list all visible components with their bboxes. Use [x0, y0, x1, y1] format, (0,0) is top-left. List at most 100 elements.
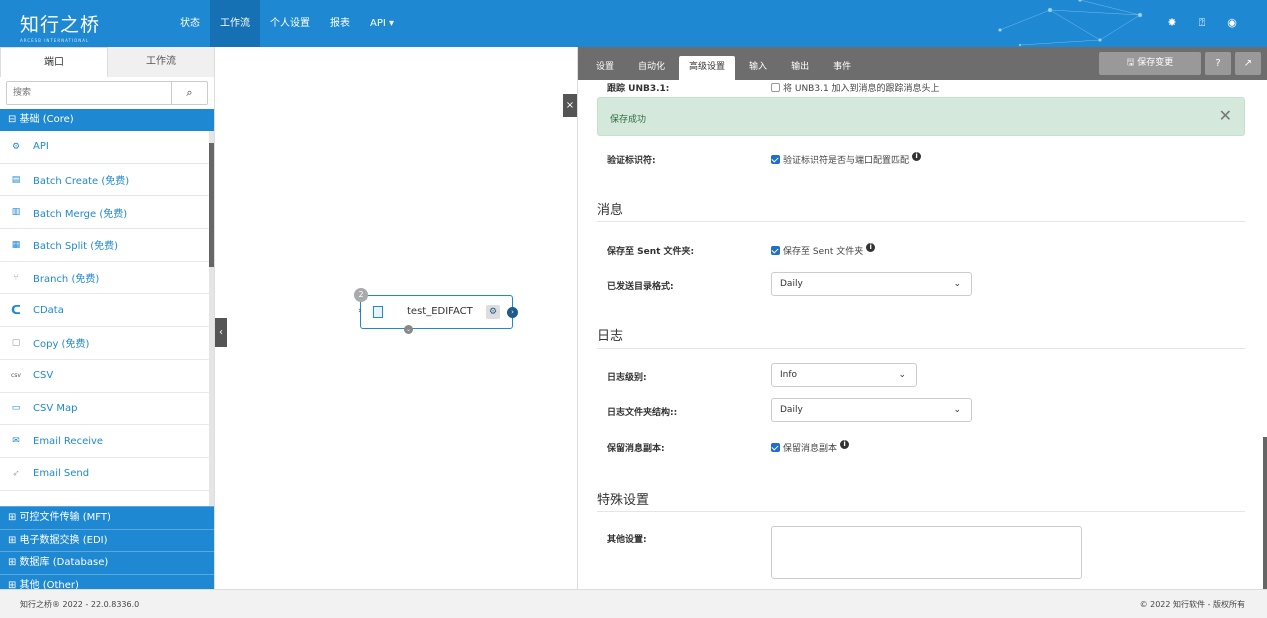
list-item[interactable]: ➶ Email Send [0, 458, 209, 491]
search-box: ⌕ [6, 81, 208, 105]
tab-input[interactable]: 输入 [739, 56, 777, 80]
list-item[interactable]: ▥ Batch Merge (免费) [0, 196, 209, 230]
email-receive-icon: ✉ [12, 436, 20, 447]
item-label: Batch Split (免费) [33, 241, 119, 253]
other-settings-label: 其他设置: [607, 535, 647, 545]
sent-format-select[interactable]: Daily ⌄ [771, 272, 972, 296]
nav-reports[interactable]: 报表 [320, 0, 360, 47]
list-item[interactable]: ▭ CSV Map [0, 393, 209, 426]
success-alert: 保存成功 ✕ [597, 97, 1245, 136]
nav-api[interactable]: API ▾ [360, 0, 404, 47]
list-item[interactable]: csv CSV [0, 360, 209, 393]
tab-ports[interactable]: 端口 [0, 47, 108, 77]
scrollbar-thumb[interactable] [1263, 437, 1267, 589]
checkbox-checked[interactable] [771, 443, 780, 452]
checkbox-unchecked[interactable] [771, 83, 780, 92]
info-icon[interactable]: i [866, 243, 876, 252]
success-message: 保存成功 [610, 115, 647, 125]
user-icon[interactable]: ◉ [1225, 16, 1239, 30]
input-port-icon[interactable]: › [358, 306, 362, 316]
divider [597, 221, 1245, 222]
list-item[interactable]: ᑕ CData [0, 294, 209, 328]
close-panel-button[interactable]: × [563, 94, 577, 117]
scrollbar-thumb[interactable] [209, 143, 214, 267]
top-navbar: 知行之桥 ARCESB INTERNATIONAL 状态 工作流 个人设置 报表… [0, 0, 1267, 47]
log-folder-select[interactable]: Daily ⌄ [771, 398, 972, 422]
save-sent-checkbox[interactable]: 保存至 Sent 文件夹 i [771, 243, 876, 257]
copy-icon: ▢ [11, 337, 21, 348]
sent-format-value: Daily [780, 279, 803, 289]
node-settings-icon[interactable]: ⚙ [486, 305, 500, 319]
list-item[interactable]: ⑂ Branch (免费) [0, 262, 209, 295]
track-unb-checkbox[interactable]: 将 UNB3.1 加入到消息的跟踪消息头上 [771, 81, 940, 94]
item-label: API [33, 141, 49, 153]
list-item[interactable]: ▦ Batch Split (免费) [0, 229, 209, 262]
list-item[interactable]: ✉ Email Receive [0, 425, 209, 458]
chevron-down-icon: ⌄ [898, 370, 906, 380]
validate-checkbox[interactable]: 验证标识符是否与端口配置匹配 i [771, 152, 922, 166]
section-special: 特殊设置 [597, 493, 650, 508]
sent-format-label: 已发送目录格式: [607, 282, 674, 292]
nav-profile[interactable]: 个人设置 [260, 0, 320, 47]
other-settings-textarea[interactable] [771, 526, 1082, 579]
section-message: 消息 [597, 203, 624, 218]
checkbox-checked[interactable] [771, 246, 780, 255]
save-sent-text: 保存至 Sent 文件夹 [783, 247, 864, 257]
chevron-down-icon: ⌄ [953, 279, 961, 289]
csv-icon: csv [11, 372, 21, 380]
left-tabs: 端口 工作流 [0, 47, 214, 77]
edifact-file-icon [373, 306, 383, 318]
external-link-icon[interactable]: ↗ [1235, 52, 1261, 75]
log-level-select[interactable]: Info ⌄ [771, 363, 917, 387]
item-label: CSV [33, 370, 54, 382]
category-core[interactable]: ⊟ 基础 (Core) [0, 109, 214, 131]
item-label: Branch (免费) [33, 274, 100, 286]
save-changes-button[interactable]: 🖫 保存变更 [1099, 52, 1201, 75]
node-name: test_EDIFACT [407, 306, 473, 317]
nav-status[interactable]: 状态 [170, 0, 210, 47]
track-unb-text: 将 UNB3.1 加入到消息的跟踪消息头上 [783, 84, 940, 94]
footer-version: 知行之桥® 2022 - 22.0.8336.0 [20, 600, 140, 609]
info-icon[interactable]: i [840, 440, 850, 449]
settings-gear-icon[interactable]: ✸ [1165, 16, 1179, 30]
collapse-left-button[interactable]: ‹ [215, 318, 227, 347]
list-item[interactable]: ▢ Copy (免费) [0, 327, 209, 360]
tab-workflows[interactable]: 工作流 [108, 47, 214, 77]
list-item[interactable]: ⚙ API [0, 131, 209, 164]
help-icon[interactable]: ? [1205, 52, 1231, 75]
workflow-node[interactable]: 2 › test_EDIFACT ⚙ › ⌄ [354, 288, 518, 334]
item-label: Email Send [33, 468, 90, 480]
tab-output[interactable]: 输出 [781, 56, 819, 80]
checkbox-checked[interactable] [771, 155, 780, 164]
log-level-label: 日志级别: [607, 373, 647, 383]
item-label: Email Receive [33, 435, 104, 447]
app-logo[interactable]: 知行之桥 ARCESB INTERNATIONAL [20, 10, 100, 43]
divider [597, 511, 1245, 512]
category-edi[interactable]: ⊞ 电子数据交换 (EDI) [0, 528, 214, 552]
search-icon[interactable]: ⌕ [171, 82, 207, 104]
output-port-icon[interactable]: › [507, 307, 518, 318]
tab-events[interactable]: 事件 [823, 56, 861, 80]
main-nav: 状态 工作流 个人设置 报表 API ▾ [170, 0, 404, 47]
list-item[interactable]: ▤ Batch Create (免费) [0, 164, 209, 197]
tab-automation[interactable]: 自动化 [628, 56, 675, 80]
connector-list: ⚙ API ▤ Batch Create (免费) ▥ Batch Merge (免费… [0, 131, 214, 506]
keep-copy-checkbox[interactable]: 保留消息副本 i [771, 440, 850, 454]
category-mft[interactable]: ⊞ 可控文件传输 (MFT) [0, 506, 214, 529]
tab-settings[interactable]: 设置 [586, 56, 624, 80]
tab-advanced[interactable]: 高级设置 [679, 56, 736, 80]
search-input[interactable] [7, 82, 171, 104]
info-icon[interactable]: i [912, 152, 922, 161]
category-database[interactable]: ⊞ 数据库 (Database) [0, 551, 214, 574]
log-folder-label: 日志文件夹结构:: [607, 408, 678, 418]
error-port-icon[interactable]: ⌄ [404, 325, 413, 334]
keep-copy-label: 保留消息副本: [607, 444, 665, 454]
nav-workflow[interactable]: 工作流 [210, 0, 260, 47]
help-icon[interactable]: ⍰ [1195, 16, 1209, 30]
log-level-value: Info [780, 370, 798, 380]
connector-panel: 端口 工作流 ⌕ ⊟ 基础 (Core) ⚙ API ▤ Batch Create … [0, 47, 215, 597]
item-label: Batch Merge (免费) [33, 208, 128, 220]
close-icon[interactable]: ✕ [1219, 106, 1232, 125]
track-unb-label: 跟踪 UNB3.1: [607, 84, 670, 94]
branch-icon: ⑂ [13, 272, 19, 283]
